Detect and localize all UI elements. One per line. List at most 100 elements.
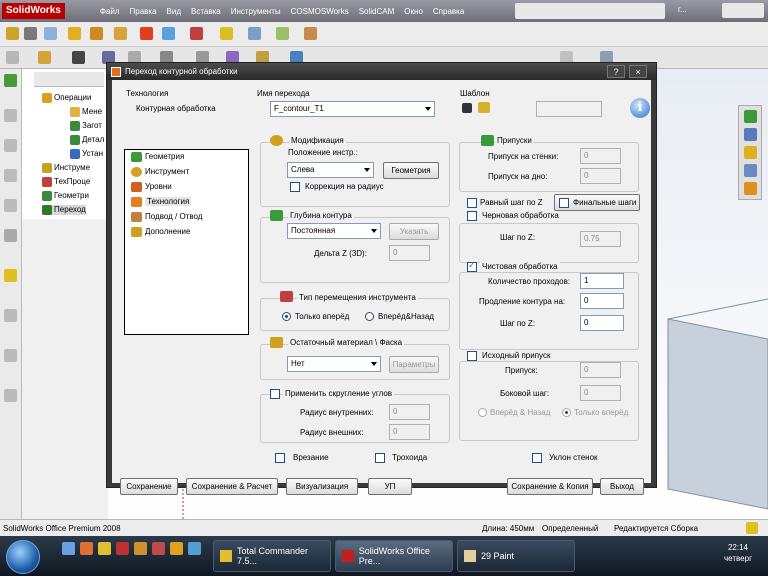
menu-insert[interactable]: Вставка <box>186 7 226 16</box>
feature-manager-icon[interactable] <box>4 74 17 87</box>
appearance-icon[interactable] <box>744 182 757 195</box>
quicklaunch-firefox-icon[interactable] <box>80 542 93 555</box>
help-button[interactable]: ? <box>607 65 625 78</box>
open-template-icon[interactable] <box>478 102 490 113</box>
save-copy-button[interactable]: Сохранение & Копия <box>507 478 593 495</box>
quicklaunch-explorer-icon[interactable] <box>98 542 111 555</box>
save-button[interactable]: Сохранение <box>120 478 178 495</box>
quicklaunch-icon[interactable] <box>170 542 183 555</box>
rough-stepz-field[interactable]: 0.75 <box>580 231 621 247</box>
task-solidworks[interactable]: SolidWorks Office Pre... <box>335 540 453 572</box>
depth-select[interactable]: Постоянная <box>287 223 381 239</box>
solid-icon[interactable] <box>276 27 289 40</box>
tree-setup[interactable]: Устан <box>70 149 103 159</box>
tree-geometry[interactable]: Геометри <box>42 191 89 201</box>
initial-allowance-checkbox[interactable] <box>467 351 477 361</box>
trochoid-checkbox[interactable] <box>375 453 385 463</box>
stock-icon[interactable] <box>140 27 153 40</box>
nc-program-button[interactable]: УП <box>368 478 412 495</box>
passes-field[interactable]: 1 <box>580 273 624 289</box>
nav-tool[interactable]: Инструмент <box>131 167 189 177</box>
nav-geometry[interactable]: Геометрия <box>131 152 184 162</box>
box-icon[interactable] <box>304 27 317 40</box>
start-button[interactable] <box>6 540 40 574</box>
operation-icon[interactable] <box>90 27 103 40</box>
finish-checkbox[interactable] <box>467 260 477 272</box>
simulate-icon[interactable] <box>190 27 203 40</box>
clock[interactable]: 22:14 четверг <box>724 542 752 564</box>
quicklaunch-icon[interactable] <box>134 542 147 555</box>
sweep-icon[interactable] <box>4 169 17 182</box>
window-controls[interactable] <box>722 3 764 18</box>
visualize-button[interactable]: Визуализация <box>286 478 358 495</box>
info-icon[interactable]: i <box>630 98 650 118</box>
name-select[interactable]: F_contour_T1 <box>270 101 435 117</box>
smart-dim-icon[interactable] <box>38 51 51 64</box>
final-steps-button[interactable]: Финальные шаги <box>554 194 640 211</box>
menu-solidcam[interactable]: SolidCAM <box>354 7 400 16</box>
view-icon[interactable] <box>248 27 261 40</box>
exit-button[interactable]: Выход <box>600 478 644 495</box>
menu-cosmosworks[interactable]: COSMOSWorks <box>286 7 354 16</box>
side-step-field[interactable]: 0 <box>580 385 621 401</box>
forward-only-radio[interactable] <box>282 312 291 321</box>
menu-tools[interactable]: Инструменты <box>226 7 286 16</box>
quicklaunch-opera-icon[interactable] <box>116 542 129 555</box>
outer-radius-field[interactable]: 0 <box>389 424 430 440</box>
task-paint[interactable]: 29 Paint <box>457 540 575 572</box>
extrude-icon[interactable] <box>4 109 17 122</box>
menu-help[interactable]: Справка <box>428 7 469 16</box>
sketch-icon[interactable] <box>6 27 19 40</box>
inner-radius-field[interactable]: 0 <box>389 404 430 420</box>
extend-field[interactable]: 0 <box>580 293 624 309</box>
equal-step-checkbox[interactable] <box>467 198 477 208</box>
setup-icon[interactable] <box>162 27 175 40</box>
folder-icon[interactable] <box>744 146 757 159</box>
menu-file[interactable]: Файл <box>95 7 125 16</box>
key-icon[interactable] <box>220 27 233 40</box>
initial-allow-field[interactable]: 0 <box>580 362 621 378</box>
position-select[interactable]: Слева <box>287 162 374 178</box>
select-icon[interactable] <box>6 51 19 64</box>
rib-icon[interactable] <box>4 349 17 362</box>
tree-operations[interactable]: Операции <box>42 93 91 103</box>
rounding-checkbox[interactable] <box>270 389 280 399</box>
initial-forward-only-radio[interactable] <box>562 408 571 417</box>
nav-approach[interactable]: Подвод / Отвод <box>131 212 202 222</box>
tree-tools[interactable]: Инструме <box>42 163 90 173</box>
floor-allowance-field[interactable]: 0 <box>580 168 621 184</box>
initial-forward-back-radio[interactable] <box>478 408 487 417</box>
loft-icon[interactable] <box>4 199 17 212</box>
close-button[interactable]: × <box>629 65 647 78</box>
cam-icon[interactable] <box>114 27 127 40</box>
quicklaunch-icon[interactable] <box>152 542 165 555</box>
rebuild-icon[interactable] <box>746 522 758 534</box>
tree-stock[interactable]: Загот <box>70 121 102 131</box>
menu-view[interactable]: Вид <box>162 7 186 16</box>
plunge-checkbox[interactable] <box>275 453 285 463</box>
forward-back-radio[interactable] <box>365 312 374 321</box>
geometry-button[interactable]: Геометрия <box>383 162 439 179</box>
menu-window[interactable]: Окно <box>399 7 428 16</box>
hole-icon[interactable] <box>4 269 17 282</box>
tree-transition[interactable]: Переход <box>42 205 86 215</box>
params-button[interactable]: Параметры <box>389 356 439 373</box>
line-icon[interactable] <box>72 51 85 64</box>
delta-z-field[interactable]: 0 <box>389 245 430 261</box>
revolve-icon[interactable] <box>4 139 17 152</box>
quicklaunch-icon[interactable] <box>188 542 201 555</box>
fillet-icon[interactable] <box>4 229 17 242</box>
rough-checkbox[interactable] <box>467 211 477 221</box>
finish-stepz-field[interactable]: 0 <box>580 315 624 331</box>
resources-icon[interactable] <box>744 110 757 123</box>
rest-material-select[interactable]: Нет <box>287 356 381 372</box>
template-field[interactable] <box>536 101 602 117</box>
save-template-icon[interactable] <box>462 103 472 113</box>
task-total-commander[interactable]: Total Commander 7.5... <box>213 540 331 572</box>
dimension-icon[interactable] <box>44 27 57 40</box>
shell-icon[interactable] <box>4 309 17 322</box>
pencil-icon[interactable] <box>24 27 37 40</box>
menu-edit[interactable]: Правка <box>125 7 162 16</box>
wall-slope-checkbox[interactable] <box>532 453 542 463</box>
tree-part[interactable]: Детал <box>70 135 104 145</box>
